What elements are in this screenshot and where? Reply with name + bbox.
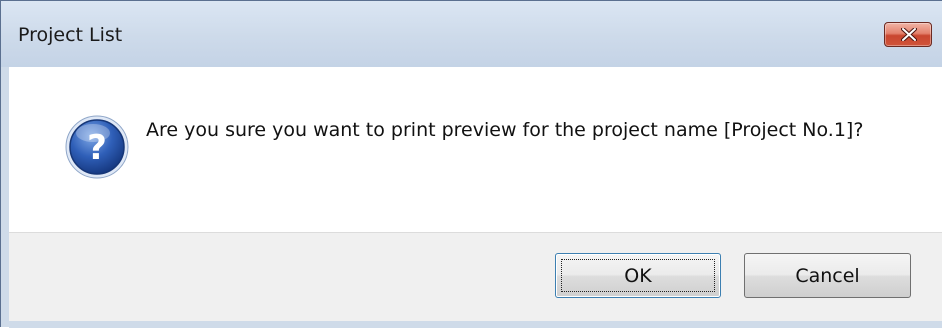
message-area: ? Are you sure you want to print preview… bbox=[9, 67, 942, 232]
question-icon: ? bbox=[65, 115, 129, 179]
message-dialog: Project List ? Are you sure you want to … bbox=[0, 0, 942, 328]
svg-text:?: ? bbox=[87, 128, 107, 168]
button-bar: OK Cancel bbox=[9, 232, 942, 322]
close-button[interactable] bbox=[884, 22, 932, 47]
dialog-title: Project List bbox=[18, 24, 123, 46]
message-text: Are you sure you want to print preview f… bbox=[146, 119, 864, 141]
title-bar[interactable]: Project List bbox=[1, 1, 942, 67]
ok-button[interactable]: OK bbox=[555, 253, 721, 298]
cancel-button-label: Cancel bbox=[795, 264, 860, 287]
cancel-button[interactable]: Cancel bbox=[744, 253, 911, 298]
close-icon bbox=[901, 28, 917, 41]
ok-button-label: OK bbox=[624, 264, 652, 287]
